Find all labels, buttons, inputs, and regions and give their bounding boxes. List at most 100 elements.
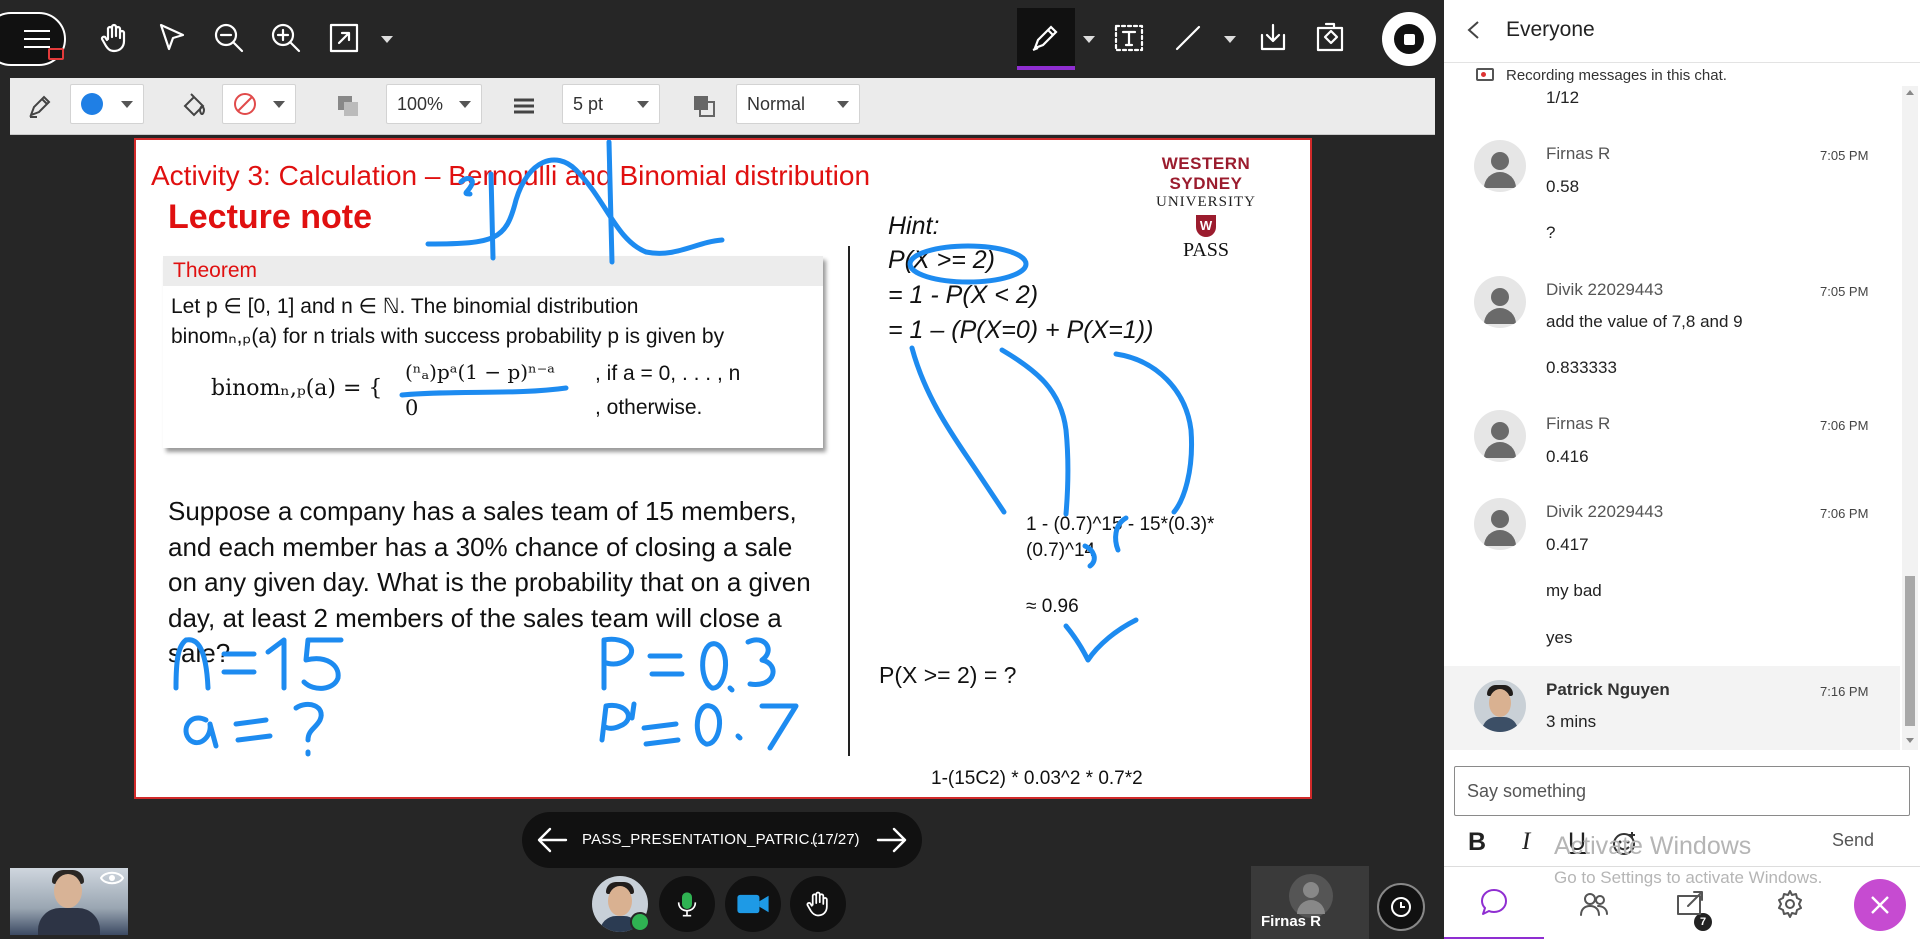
- message-text: add the value of 7,8 and 9: [1546, 312, 1743, 331]
- pointer-icon: [159, 23, 185, 51]
- presentation-slide[interactable]: Activity 3: Calculation – Bernoulli and …: [134, 138, 1312, 799]
- timer-button[interactable]: [1377, 883, 1425, 931]
- message-text: my bad: [1546, 581, 1602, 600]
- annotation-properties-bar: 100% 5 pt Normal: [10, 78, 1435, 135]
- user-avatar: [1474, 276, 1526, 328]
- fit-dropdown-caret[interactable]: [381, 36, 393, 43]
- opacity-button[interactable]: [330, 88, 366, 124]
- previous-slide-button[interactable]: [536, 826, 568, 854]
- panel-tabs: 7: [1444, 866, 1920, 939]
- message-text: yes: [1546, 628, 1573, 647]
- page-indicator: (17/27): [812, 831, 860, 848]
- text-tool-icon: [1114, 24, 1144, 52]
- back-chevron-icon[interactable]: [1466, 20, 1480, 40]
- next-slide-button[interactable]: [876, 826, 908, 854]
- download-button[interactable]: [1251, 16, 1295, 60]
- calculation-line-1: 1 - (0.7)^15 - 15*(0.3)*: [1026, 514, 1215, 535]
- hand-icon: [100, 23, 126, 53]
- line-width-value: 5 pt: [573, 93, 604, 114]
- camera-button[interactable]: [725, 876, 781, 932]
- message-text: 0.833333: [1546, 358, 1617, 377]
- zoom-out-button[interactable]: [207, 16, 251, 60]
- line-width-select[interactable]: 5 pt: [562, 84, 660, 124]
- scroll-down-icon[interactable]: [1906, 738, 1914, 743]
- italic-button[interactable]: I: [1522, 828, 1530, 856]
- slide-title: Activity 3: Calculation – Bernoulli and …: [151, 160, 871, 191]
- pan-tool-button[interactable]: [92, 16, 136, 60]
- share-icon: [1677, 890, 1703, 915]
- stop-sharing-button[interactable]: [1382, 12, 1436, 66]
- message-author: Divik 22029443: [1546, 280, 1664, 299]
- close-panel-button[interactable]: [1854, 879, 1906, 931]
- collaborate-app: 100% 5 pt Normal Activity 3: Calculation…: [0, 0, 1920, 939]
- status-check-icon: [630, 912, 650, 932]
- tab-settings[interactable]: [1740, 867, 1840, 939]
- text-tool-button[interactable]: [1107, 16, 1151, 60]
- stroke-tool-button[interactable]: [22, 88, 58, 124]
- theorem-header: Theorem: [163, 256, 823, 286]
- pen-tool-button[interactable]: [1017, 8, 1075, 70]
- fill-tool-button[interactable]: [176, 88, 212, 124]
- raise-hand-button[interactable]: [790, 876, 846, 932]
- zoom-value: 100%: [397, 93, 444, 114]
- tab-chat[interactable]: [1444, 867, 1544, 939]
- top-toolbar: [0, 0, 1444, 78]
- eraser-icon: [1316, 22, 1344, 52]
- user-avatar: [1474, 410, 1526, 462]
- formula-case-1-condition: , if a = 0, . . . , n: [595, 362, 741, 385]
- hint-line-2: = 1 - P(X < 2): [888, 281, 1039, 309]
- pen-dropdown-caret[interactable]: [1083, 36, 1095, 43]
- tab-attendees[interactable]: 7: [1544, 867, 1712, 939]
- select-tool-button[interactable]: [150, 16, 194, 60]
- activation-watermark: Activate Windows: [1554, 832, 1752, 860]
- microphone-button[interactable]: [659, 876, 715, 932]
- stroke-color-picker[interactable]: [70, 84, 144, 124]
- message-text: 0.416: [1546, 447, 1589, 466]
- fit-to-screen-button[interactable]: [322, 16, 366, 60]
- scroll-up-icon[interactable]: [1906, 90, 1914, 95]
- user-avatar: [1474, 140, 1526, 192]
- line-dropdown-caret[interactable]: [1224, 36, 1236, 43]
- microphone-icon: [677, 892, 697, 917]
- logo-line-1: WESTERN SYDNEY: [1161, 154, 1251, 193]
- no-fill-icon: [234, 93, 256, 115]
- eye-icon[interactable]: [100, 870, 124, 886]
- theorem-label: Theorem: [173, 259, 258, 282]
- bold-button[interactable]: B: [1468, 828, 1486, 857]
- message-text: 1/12: [1546, 88, 1580, 107]
- session-menu-button[interactable]: [0, 12, 66, 66]
- chevron-down-icon: [121, 101, 133, 108]
- zoom-in-button[interactable]: [264, 16, 308, 60]
- recording-notice-text: Recording messages in this chat.: [1506, 67, 1727, 84]
- tab-share-content[interactable]: [1640, 867, 1740, 939]
- zoom-select[interactable]: 100%: [386, 84, 482, 124]
- message-text: 3 mins: [1546, 712, 1597, 731]
- line-tool-button[interactable]: [1166, 16, 1210, 60]
- hint-label: Hint:: [888, 212, 940, 240]
- line-width-button[interactable]: [506, 88, 542, 124]
- line-tool-icon: [1175, 25, 1201, 51]
- blend-mode-button[interactable]: [686, 88, 722, 124]
- scrollbar-thumb[interactable]: [1905, 576, 1915, 726]
- chat-message-input[interactable]: [1454, 766, 1910, 816]
- blend-mode-select[interactable]: Normal: [736, 84, 860, 124]
- presentation-navigator: PASS_PRESENTATION_PATRIC... (17/27): [522, 812, 922, 868]
- participant-video-tile[interactable]: Firnas R: [1251, 866, 1369, 939]
- question-text: P(X >= 2) = ?: [879, 662, 1017, 688]
- fill-color-picker[interactable]: [222, 84, 296, 124]
- logo-line-2: UNIVERSITY: [1156, 194, 1256, 210]
- message-list[interactable]: 1/12 Firnas R 7:05 PM 0.58 ? Divik 22029…: [1444, 86, 1900, 750]
- formula-lhs: binomₙ,ₚ(a) = {: [211, 376, 383, 401]
- chevron-down-icon: [459, 101, 471, 108]
- theorem-box: Theorem Let p ∈ [0, 1] and n ∈ ℕ. The bi…: [163, 256, 823, 448]
- chat-title: Everyone: [1506, 18, 1595, 41]
- chat-scrollbar[interactable]: [1902, 86, 1918, 750]
- hint-line-1: P(X >= 2): [888, 246, 995, 274]
- format-toolbar: B I U Activate Windows Go to Settings to…: [1444, 820, 1920, 887]
- line-weight-icon: [514, 98, 534, 114]
- clear-annotations-button[interactable]: [1308, 16, 1352, 60]
- send-button[interactable]: Send: [1832, 830, 1874, 851]
- paint-bucket-icon: [183, 93, 206, 117]
- expand-icon: [329, 23, 359, 53]
- logo-pass: PASS: [1183, 239, 1229, 261]
